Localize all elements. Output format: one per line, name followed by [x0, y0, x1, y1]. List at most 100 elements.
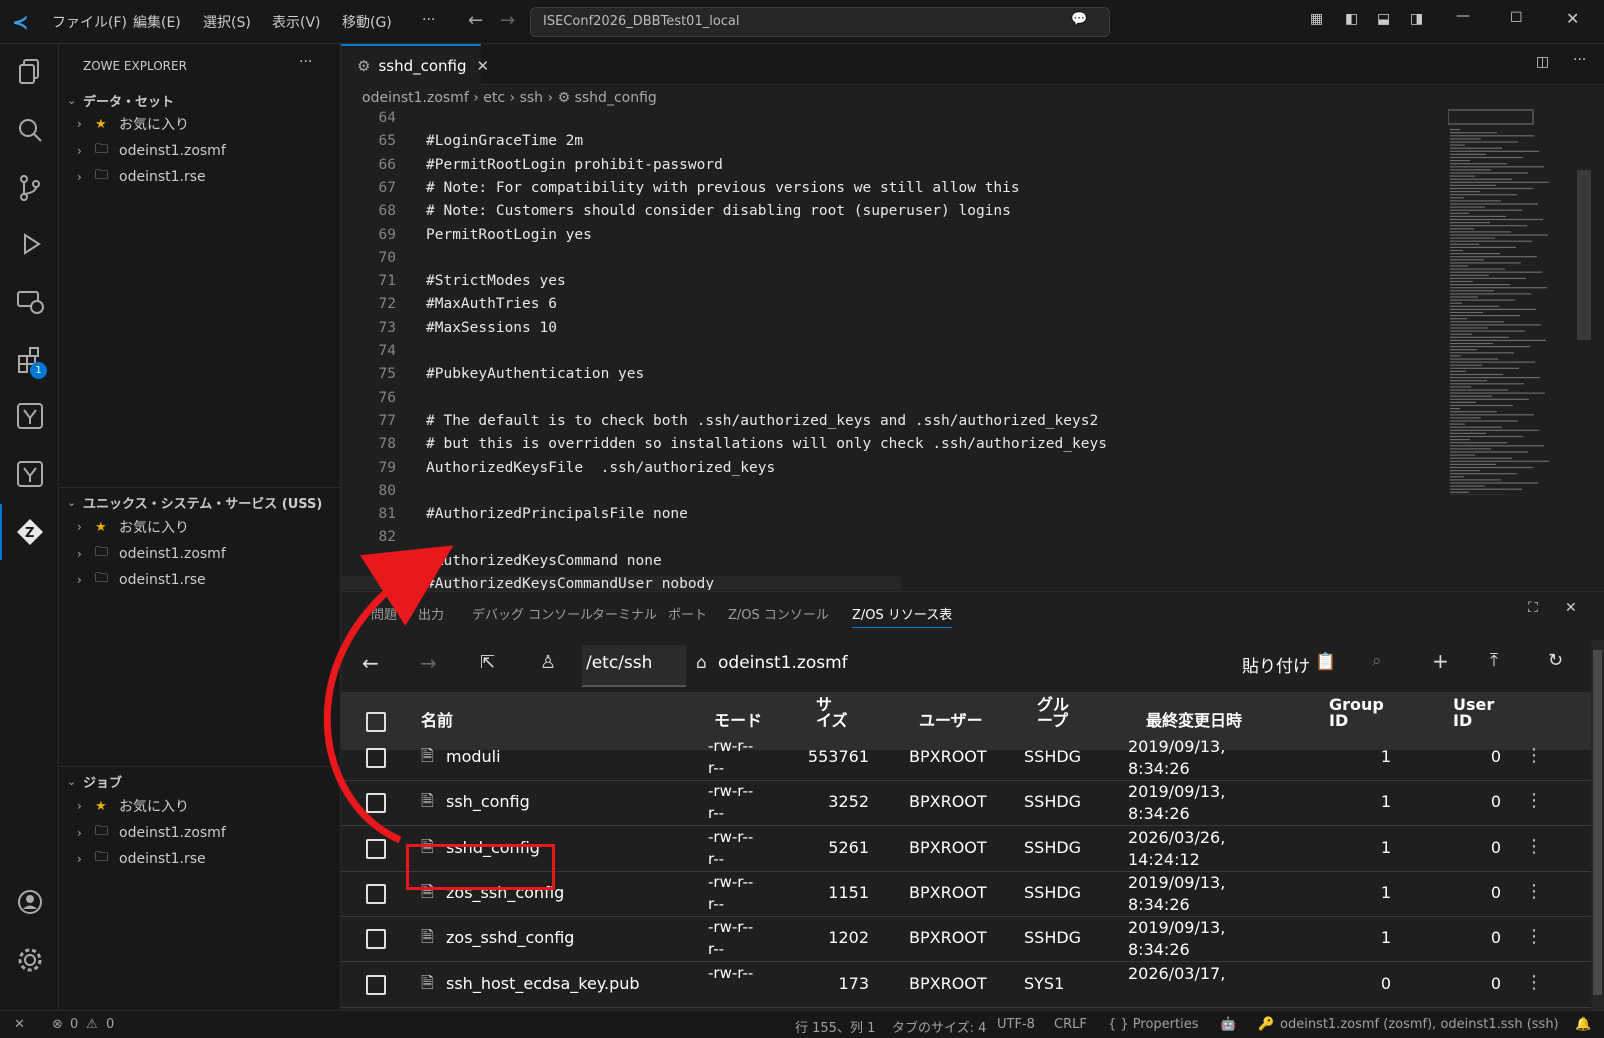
- menu-edit[interactable]: 編集(E): [133, 12, 181, 32]
- error-icon[interactable]: ⊗: [52, 1017, 63, 1032]
- back-arrow-icon[interactable]: ←: [468, 10, 483, 31]
- code-line[interactable]: 77 # The default is to check both .ssh/au…: [341, 413, 1541, 436]
- code-line[interactable]: 75 #PubkeyAuthentication yes: [341, 366, 1541, 389]
- code-line[interactable]: 64: [341, 110, 1541, 133]
- editor-more-icon[interactable]: ···: [1573, 52, 1586, 68]
- code-line[interactable]: 80: [341, 483, 1541, 506]
- tree-item-profile[interactable]: › 🗀 odeinst1.rse: [77, 567, 206, 593]
- sidebar-more-icon[interactable]: ···: [299, 54, 312, 70]
- code-line[interactable]: 74: [341, 343, 1541, 366]
- table-row[interactable]: 🗎 moduli -rw-r-- r-- 553761 BPXROOT SSHDG 2019/…: [341, 735, 1591, 781]
- path-input[interactable]: /etc/ssh: [582, 645, 686, 687]
- tree-item-favorites[interactable]: › ★ お気に入り: [77, 111, 189, 137]
- tree-item-favorites[interactable]: › ★ お気に入り: [77, 514, 189, 540]
- column-group-id[interactable]: Group ID: [1329, 697, 1385, 729]
- source-control-icon[interactable]: [0, 160, 59, 216]
- code-line[interactable]: 65 #LoginGraceTime 2m: [341, 133, 1541, 156]
- code-line[interactable]: 67 # Note: For compatibility with previou…: [341, 180, 1541, 203]
- file-name[interactable]: ssh_host_ecdsa_key.pub: [446, 974, 640, 993]
- maximize-panel-icon[interactable]: ⛶: [1528, 600, 1538, 616]
- toggle-secondary-sidebar-icon[interactable]: ◨: [1410, 11, 1423, 27]
- breadcrumb-item[interactable]: odeinst1.zosmf: [362, 90, 469, 106]
- close-tab-icon[interactable]: ✕: [477, 57, 490, 75]
- toggle-panel-icon[interactable]: ⬓: [1377, 11, 1390, 27]
- zowe-explorer-icon[interactable]: Z: [0, 504, 59, 560]
- tab-sshd-config[interactable]: ⚙ sshd_config ✕: [341, 44, 489, 85]
- section-datasets[interactable]: ⌄ データ・セット: [67, 89, 337, 111]
- tree-item-favorites[interactable]: › ★ お気に入り: [77, 793, 189, 819]
- menu-file[interactable]: ファイル(F): [52, 12, 127, 32]
- upload-icon[interactable]: ⤒: [1490, 650, 1498, 671]
- code-line[interactable]: 79 AuthorizedKeysFile .ssh/authorized_key…: [341, 460, 1541, 483]
- code-line[interactable]: 69 PermitRootLogin yes: [341, 227, 1541, 250]
- forward-arrow-icon[interactable]: →: [500, 10, 515, 31]
- language-mode[interactable]: { } Properties: [1108, 1017, 1199, 1032]
- eol[interactable]: CRLF: [1054, 1017, 1087, 1032]
- copilot-icon[interactable]: 🤖: [1220, 1017, 1236, 1032]
- encoding[interactable]: UTF-8: [997, 1017, 1035, 1032]
- cursor-position[interactable]: 行 155、列 1: [795, 1017, 875, 1036]
- maximize-icon[interactable]: ☐: [1510, 10, 1523, 26]
- tab-debug-console[interactable]: デバッグ コンソール: [472, 604, 593, 623]
- code-line[interactable]: 83 #AuthorizedKeysCommand none: [341, 553, 1541, 576]
- code-line[interactable]: 81 #AuthorizedPrincipalsFile none: [341, 506, 1541, 529]
- notifications-icon[interactable]: 🔔: [1575, 1017, 1591, 1032]
- column-user-id[interactable]: User ID: [1453, 697, 1497, 729]
- menu-go[interactable]: 移動(G): [342, 12, 392, 32]
- minimize-icon[interactable]: —: [1456, 8, 1470, 24]
- remote-explorer-icon[interactable]: [0, 274, 59, 330]
- tab-zos-console[interactable]: Z/OS コンソール: [728, 604, 829, 623]
- close-window-icon[interactable]: ✕: [1566, 9, 1579, 28]
- breadcrumb-item[interactable]: etc: [483, 90, 505, 106]
- tab-terminal[interactable]: ターミナル: [592, 604, 657, 623]
- editor-scrollbar[interactable]: [1577, 170, 1591, 340]
- accounts-icon[interactable]: [0, 874, 59, 930]
- tree-item-profile[interactable]: › 🗀 odeinst1.rse: [77, 846, 206, 872]
- explorer-icon[interactable]: [0, 44, 59, 100]
- file-name[interactable]: zos_sshd_config: [446, 928, 574, 947]
- add-icon[interactable]: +: [1432, 649, 1449, 673]
- code-line[interactable]: 76: [341, 390, 1541, 413]
- column-mode[interactable]: モード: [714, 713, 762, 729]
- table-row[interactable]: 🗎 zos_sshd_config -rw-r-- r-- 1202 BPXROOT SSH…: [341, 916, 1591, 963]
- warning-icon[interactable]: ⚠: [86, 1017, 98, 1032]
- tree-item-profile[interactable]: › 🗀 odeinst1.zosmf: [77, 820, 226, 846]
- table-row[interactable]: 🗎 ssh_config -rw-r-- r-- 3252 BPXROOT SSHDG 201…: [341, 780, 1591, 827]
- column-user[interactable]: ユーザー: [919, 713, 983, 729]
- copilot-icon[interactable]: 💬: [1071, 12, 1087, 27]
- code-line[interactable]: 78 # but this is overridden so installati…: [341, 436, 1541, 459]
- table-row[interactable]: 🗎 ssh_host_ecdsa_key.pub -rw-r-- 173 BPXROOT…: [341, 962, 1591, 1008]
- refresh-icon[interactable]: ↻: [1548, 650, 1563, 671]
- menu-selection[interactable]: 選択(S): [203, 12, 251, 32]
- settings-gear-icon[interactable]: [0, 932, 59, 988]
- row-more-icon[interactable]: ⋮: [1525, 790, 1543, 811]
- run-debug-icon[interactable]: [0, 216, 59, 272]
- connection-status[interactable]: odeinst1.zosmf (zosmf), odeinst1.ssh (ss…: [1280, 1017, 1559, 1032]
- tab-ports[interactable]: ポート: [668, 604, 707, 623]
- split-editor-icon[interactable]: ◫: [1536, 54, 1549, 70]
- row-more-icon[interactable]: ⋮: [1525, 745, 1543, 766]
- search-icon[interactable]: [0, 102, 59, 158]
- menu-view[interactable]: 表示(V): [272, 12, 321, 32]
- search-icon[interactable]: ⌕: [1372, 651, 1382, 671]
- panel-scrollbar-thumb[interactable]: [1593, 650, 1602, 995]
- tab-size[interactable]: タブのサイズ: 4: [892, 1017, 986, 1036]
- column-group[interactable]: グループ: [1037, 697, 1081, 729]
- row-checkbox[interactable]: [366, 974, 386, 995]
- layout-customize-icon[interactable]: ▦: [1310, 11, 1323, 27]
- code-line[interactable]: 71 #StrictModes yes: [341, 273, 1541, 296]
- extensions-icon[interactable]: 1: [0, 332, 59, 388]
- close-panel-icon[interactable]: ✕: [1565, 600, 1577, 616]
- row-more-icon[interactable]: ⋮: [1525, 881, 1543, 902]
- parent-folder-icon[interactable]: ⇱: [480, 652, 495, 673]
- tree-item-profile[interactable]: › 🗀 odeinst1.rse: [77, 164, 206, 190]
- code-line[interactable]: 72 #MaxAuthTries 6: [341, 296, 1541, 319]
- command-center-search[interactable]: ISEConf2026_DBBTest01_local 💬: [530, 7, 1110, 37]
- endevor-workspace-icon[interactable]: [0, 446, 59, 502]
- tree-item-profile[interactable]: › 🗀 odeinst1.zosmf: [77, 138, 226, 164]
- paste-button[interactable]: 貼り付け: [1242, 652, 1310, 677]
- remote-indicator-icon[interactable]: ✕: [14, 1017, 25, 1032]
- column-modified[interactable]: 最終変更日時: [1146, 713, 1242, 729]
- row-more-icon[interactable]: ⋮: [1525, 926, 1543, 947]
- code-line[interactable]: 70: [341, 250, 1541, 273]
